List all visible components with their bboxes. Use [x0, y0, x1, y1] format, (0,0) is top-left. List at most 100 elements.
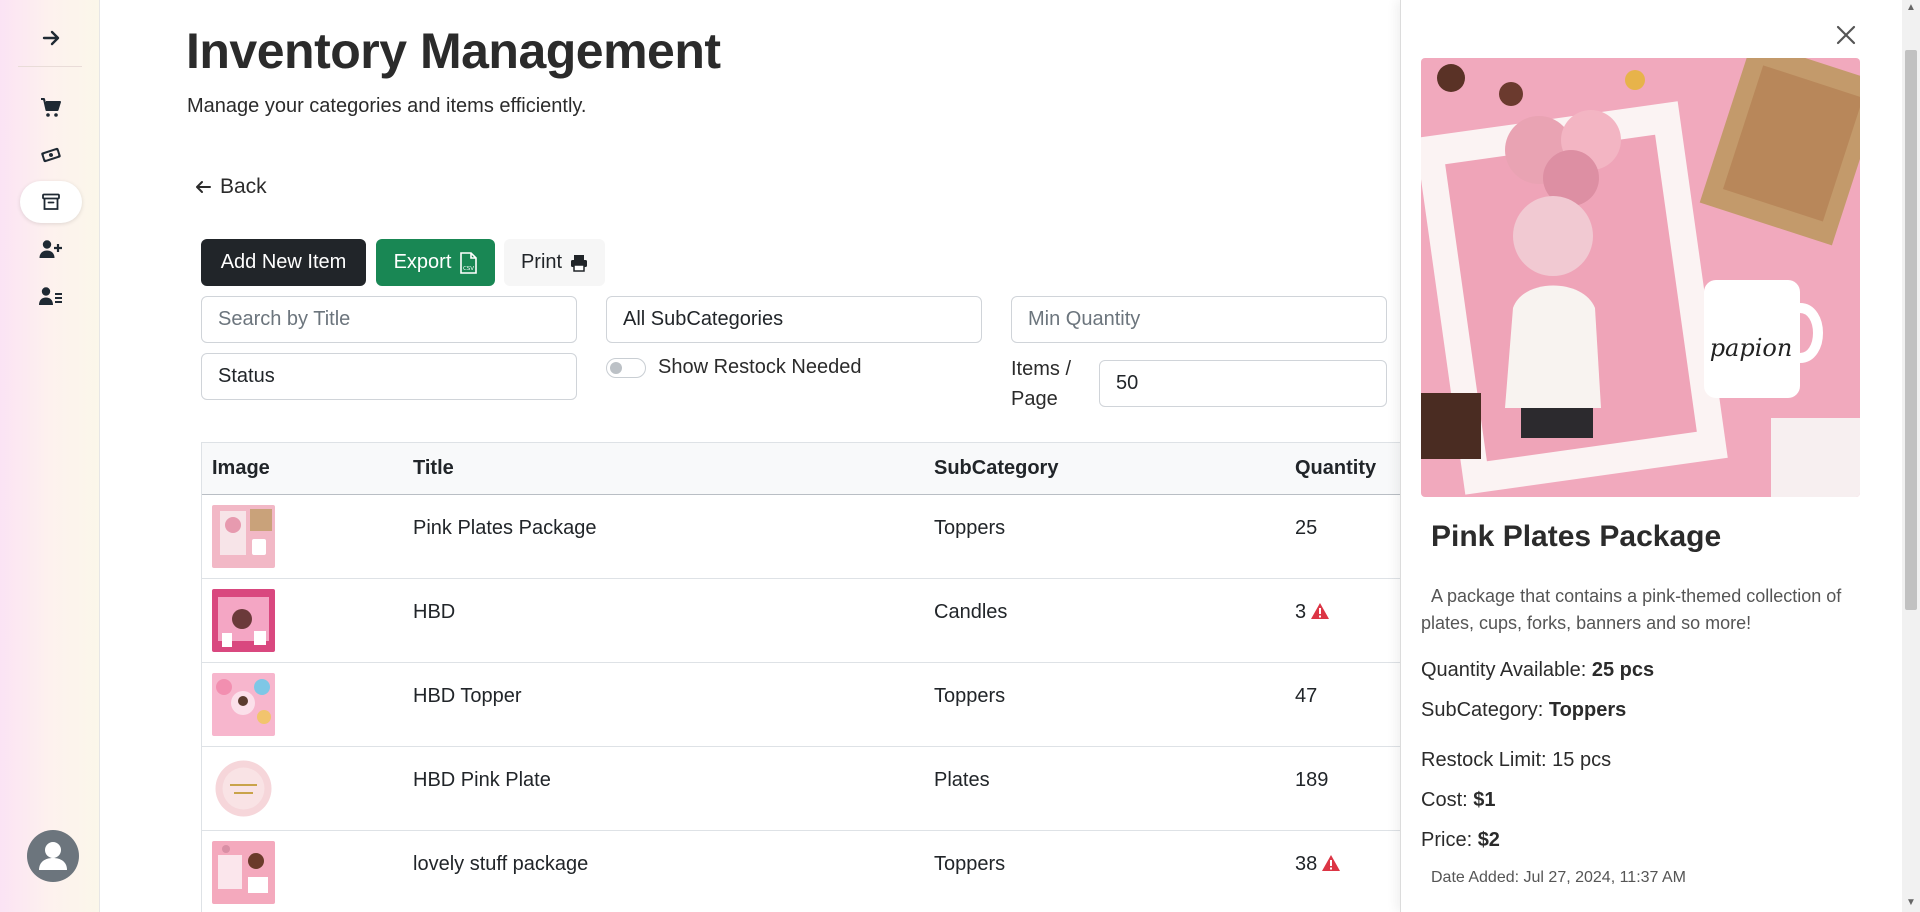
export-label: Export: [393, 251, 452, 273]
min-quantity-input[interactable]: Min Quantity: [1011, 296, 1387, 343]
item-title: HBD Pink Plate: [413, 769, 551, 791]
sidebar-divider: [18, 66, 82, 67]
scroll-down-arrow-icon[interactable]: ▼: [1906, 898, 1916, 908]
user-list-icon: [39, 287, 62, 305]
item-thumbnail: [212, 673, 275, 736]
svg-text:papion: papion: [1710, 334, 1793, 362]
detail-price-label: Price:: [1421, 829, 1473, 851]
main-content: Inventory Management Manage your categor…: [101, 0, 1400, 912]
sidebar-item-add-user[interactable]: [20, 228, 82, 270]
print-button[interactable]: Print: [504, 239, 605, 286]
item-quantity-value: 3: [1295, 601, 1307, 623]
user-avatar-icon: [39, 842, 67, 870]
item-quantity-value: 38: [1295, 853, 1318, 875]
item-quantity: 47: [1295, 685, 1317, 708]
archive-icon: [42, 193, 60, 210]
item-subcategory: Plates: [934, 769, 990, 791]
arrow-right-icon: [42, 30, 60, 46]
detail-date-added: Date Added: Jul 27, 2024, 11:37 AM: [1431, 869, 1686, 886]
scrollbar-thumb[interactable]: [1905, 50, 1917, 610]
sidebar: [0, 0, 100, 912]
item-detail-panel: papion Pink Plates Package A package tha…: [1400, 0, 1920, 912]
item-quantity: 189: [1295, 769, 1328, 792]
export-button[interactable]: Export CSV: [376, 239, 495, 286]
detail-quantity-label: Quantity Available:: [1421, 659, 1587, 681]
detail-quantity-value: 25 pcs: [1591, 659, 1655, 681]
item-subcategory: Toppers: [934, 853, 1006, 875]
table-row[interactable]: Pink Plates Package Toppers 25: [202, 495, 1400, 579]
detail-cost-label: Cost:: [1421, 789, 1468, 811]
items-per-page-input[interactable]: 50: [1099, 360, 1387, 407]
subcategory-select-value: All SubCategories: [623, 308, 784, 330]
page-title: Inventory Management: [186, 23, 721, 79]
item-thumbnail: [212, 757, 275, 820]
close-panel-button[interactable]: [1829, 18, 1863, 52]
restock-toggle[interactable]: [606, 357, 646, 378]
detail-cost-value: $1: [1473, 789, 1496, 811]
detail-restock-limit: Restock Limit: 15 pcs: [1421, 749, 1612, 771]
detail-subcategory-value: Toppers: [1548, 699, 1627, 721]
detail-cost: Cost: $1: [1421, 789, 1496, 812]
item-subcategory: Candles: [934, 601, 1008, 623]
restock-toggle-label: Show Restock Needed: [658, 356, 862, 378]
table-row[interactable]: HBD Pink Plate Plates 189: [202, 747, 1400, 831]
cart-icon: [41, 98, 61, 117]
detail-subcategory: SubCategory: Toppers: [1421, 699, 1626, 722]
detail-price-value: $2: [1477, 829, 1500, 851]
printer-icon: [571, 254, 588, 272]
subcategory-select[interactable]: All SubCategories: [606, 296, 982, 343]
sidebar-item-user-list[interactable]: [20, 275, 82, 317]
scroll-up-arrow-icon[interactable]: ▲: [1906, 3, 1916, 13]
status-select-value: Status: [218, 365, 275, 387]
table-header: Image Title SubCategory Quantity: [202, 443, 1400, 495]
item-quantity-value: 189: [1295, 769, 1329, 791]
status-select[interactable]: Status: [201, 353, 577, 400]
csv-file-icon: CSV: [460, 251, 478, 274]
detail-title: Pink Plates Package: [1431, 520, 1722, 553]
back-link[interactable]: Back: [194, 175, 267, 199]
money-icon: [41, 147, 61, 163]
table-row[interactable]: HBD Candles 3: [202, 579, 1400, 663]
table-row[interactable]: lovely stuff package Toppers 38: [202, 831, 1400, 912]
item-subcategory: Toppers: [934, 685, 1006, 707]
back-label: Back: [220, 175, 267, 198]
item-thumbnail: [212, 841, 275, 904]
sidebar-item-money[interactable]: [20, 134, 82, 176]
column-header-image: Image: [212, 457, 270, 479]
low-stock-warning-icon: [1322, 855, 1341, 871]
search-input[interactable]: Search by Title: [201, 296, 577, 343]
panel-scrollbar[interactable]: ▲ ▼: [1902, 0, 1920, 912]
user-avatar-button[interactable]: [27, 830, 79, 882]
table-row[interactable]: HBD Topper Toppers 47: [202, 663, 1400, 747]
item-title: Pink Plates Package: [413, 517, 597, 539]
column-header-subcategory[interactable]: SubCategory: [934, 457, 1058, 480]
item-subcategory: Toppers: [934, 517, 1006, 539]
sidebar-item-cart[interactable]: [20, 87, 82, 129]
inventory-table: Image Title SubCategory Quantity Pink Pl…: [201, 442, 1400, 912]
detail-description: A package that contains a pink-themed co…: [1421, 586, 1842, 633]
items-per-page-label: Items / Page: [1011, 358, 1072, 410]
add-new-item-label: Add New Item: [220, 251, 347, 273]
item-quantity-value: 47: [1295, 685, 1318, 707]
search-placeholder: Search by Title: [218, 308, 351, 330]
item-title: lovely stuff package: [413, 853, 589, 875]
items-per-page-value: 50: [1116, 372, 1139, 394]
sidebar-item-inventory[interactable]: [20, 181, 82, 223]
low-stock-warning-icon: [1311, 603, 1330, 619]
item-quantity: 3: [1295, 601, 1330, 624]
item-thumbnail: [212, 589, 275, 652]
detail-subcategory-label: SubCategory:: [1421, 699, 1544, 721]
restock-toggle-group: Show Restock Needed: [606, 356, 861, 379]
expand-sidebar-button[interactable]: [20, 17, 82, 59]
user-plus-icon: [39, 240, 62, 258]
detail-quantity: Quantity Available: 25 pcs: [1421, 659, 1654, 682]
item-title: HBD: [413, 601, 456, 623]
column-header-quantity[interactable]: Quantity: [1295, 457, 1376, 480]
add-new-item-button[interactable]: Add New Item: [201, 239, 366, 286]
arrow-left-icon: [196, 181, 211, 193]
column-header-title[interactable]: Title: [413, 457, 454, 480]
svg-text:CSV: CSV: [463, 266, 474, 272]
close-icon: [1836, 25, 1856, 45]
item-thumbnail: [212, 505, 275, 568]
item-quantity: 25: [1295, 517, 1317, 540]
